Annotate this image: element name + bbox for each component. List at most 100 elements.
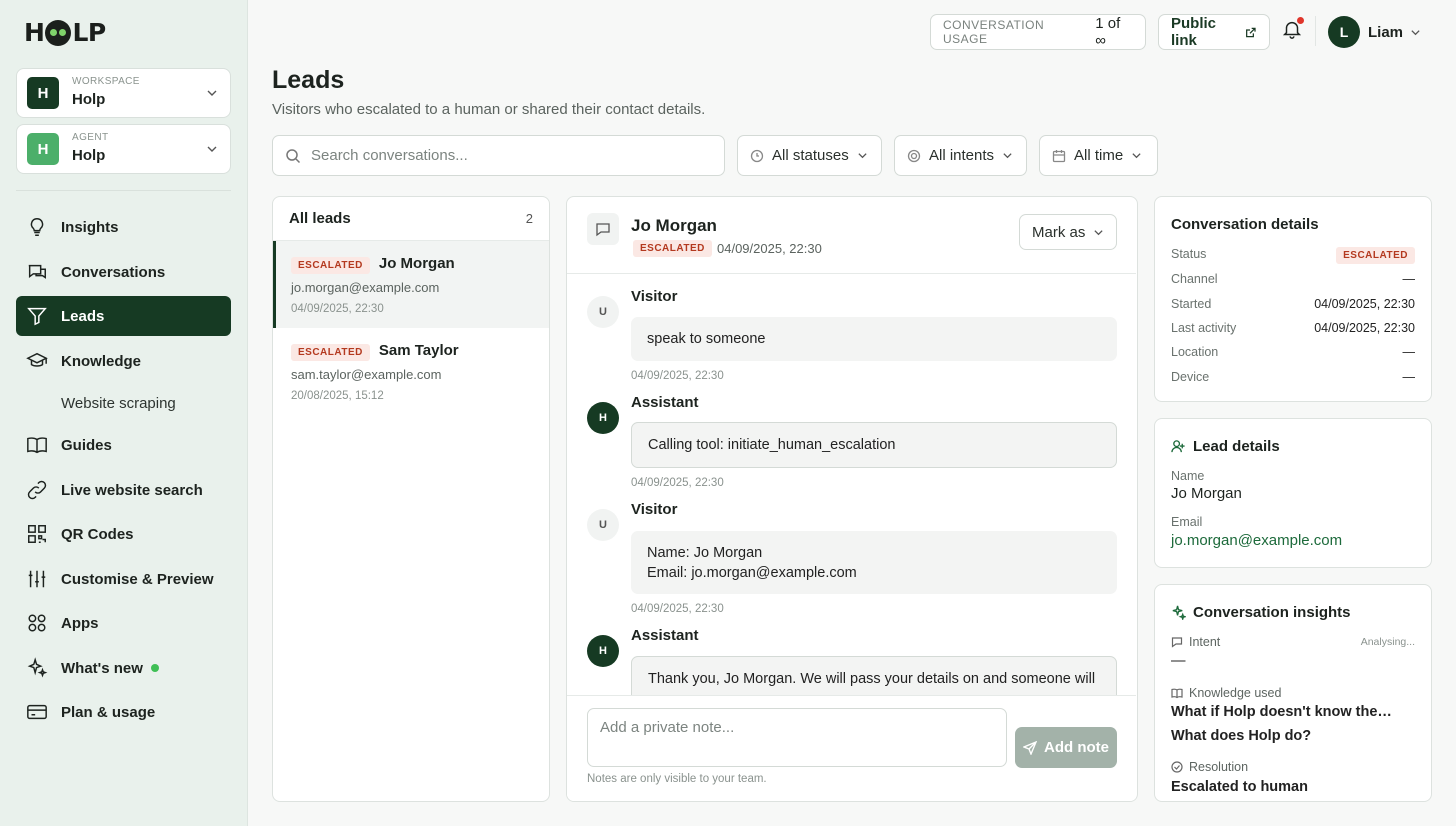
assistant-avatar: H	[587, 402, 619, 434]
nav-leads[interactable]: Leads	[16, 296, 231, 336]
message-time: 04/09/2025, 22:30	[631, 370, 724, 382]
nav-insights[interactable]: Insights	[16, 207, 231, 247]
note-hint: Notes are only visible to your team.	[587, 773, 767, 785]
conversation-usage-indicator: CONVERSATION USAGE 1 of ∞	[930, 14, 1146, 50]
mark-as-dropdown[interactable]: Mark as	[1019, 214, 1117, 250]
agent-name: Holp	[72, 147, 106, 164]
chevron-down-icon[interactable]	[1410, 27, 1421, 38]
lead-item[interactable]: ESCALATED Sam Taylor sam.taylor@example.c…	[273, 328, 549, 415]
lead-email: jo.morgan@example.com	[291, 280, 440, 295]
target-icon	[907, 149, 921, 162]
public-link-button[interactable]: Public link	[1158, 14, 1270, 50]
message-time: 04/09/2025, 22:30	[631, 603, 724, 615]
detail-row-device: Device —	[1171, 370, 1415, 384]
lead-email-link[interactable]: jo.morgan@example.com	[1171, 532, 1342, 549]
chevron-down-icon	[1094, 229, 1103, 235]
add-note-label: Add note	[1044, 739, 1109, 756]
agent-selector[interactable]: H AGENT Holp	[16, 124, 231, 174]
external-link-icon	[1246, 27, 1256, 37]
message-bubble: speak to someone	[631, 317, 1117, 361]
message-list[interactable]: U Visitor speak to someone 04/09/2025, 2…	[567, 275, 1136, 695]
conversation-header: Jo Morgan ESCALATED 04/09/2025, 22:30 Ma…	[567, 197, 1136, 274]
nav-customise-preview[interactable]: Customise & Preview	[16, 559, 231, 599]
card-title-text: Conversation insights	[1193, 604, 1351, 621]
lead-name-label: Name	[1171, 469, 1205, 483]
send-icon	[1023, 740, 1037, 755]
assistant-avatar: H	[587, 635, 619, 667]
search-box[interactable]	[272, 135, 725, 176]
nav-label: Knowledge	[61, 352, 142, 370]
leads-count: 2	[525, 211, 533, 226]
message-line: Name: Jo Morgan	[647, 545, 763, 561]
visitor-avatar: U	[587, 509, 619, 541]
knowledge-item[interactable]: What if Holp doesn't know the…	[1171, 704, 1392, 720]
lead-item[interactable]: ESCALATED Jo Morgan jo.morgan@example.com…	[273, 241, 549, 328]
nav-live-website-search[interactable]: Live website search	[16, 470, 231, 510]
leads-list-title: All leads	[289, 210, 351, 227]
agent-caption: AGENT	[72, 132, 109, 143]
topbar-divider	[1315, 16, 1316, 46]
user-avatar[interactable]: L	[1328, 16, 1360, 48]
card-title: Lead details	[1171, 438, 1280, 455]
workspace-selector[interactable]: H WORKSPACE Holp	[16, 68, 231, 118]
lead-details-card: Lead details Name Jo Morgan Email jo.mor…	[1154, 418, 1432, 568]
detail-row-last-activity: Last activity 04/09/2025, 22:30	[1171, 321, 1415, 335]
usage-value: 1 of ∞	[1095, 15, 1121, 49]
qr-code-icon	[28, 525, 46, 543]
insight-intent: Intent Analysing...	[1171, 635, 1415, 649]
sidebar: H LP H WORKSPACE Holp H AGENT Holp Insigh…	[0, 0, 248, 826]
detail-key: Last activity	[1171, 321, 1237, 335]
workspace-name: Holp	[72, 91, 106, 108]
status-badge: ESCALATED	[1336, 247, 1415, 264]
lead-email: sam.taylor@example.com	[291, 367, 442, 382]
nav-label: What's new	[61, 659, 143, 677]
lightbulb-icon	[30, 218, 44, 236]
new-indicator-dot	[150, 664, 159, 672]
detail-key: Location	[1171, 345, 1219, 359]
conversation-insights-card: Conversation insights Intent Analysing..…	[1154, 584, 1432, 802]
book-icon	[27, 437, 47, 454]
sliders-icon	[28, 570, 46, 588]
graduation-cap-icon	[26, 352, 48, 367]
add-note-button[interactable]: Add note	[1015, 727, 1117, 768]
nav-conversations[interactable]: Conversations	[16, 252, 231, 292]
lead-date: 20/08/2025, 15:12	[291, 390, 384, 402]
sparkles-icon	[1172, 605, 1186, 620]
nav-label: Website scraping	[61, 394, 176, 412]
leads-list-header: All leads 2	[273, 197, 549, 241]
calendar-icon	[1052, 149, 1066, 162]
search-input[interactable]	[311, 147, 691, 164]
conversation-contact-name: Jo Morgan	[631, 216, 717, 235]
workspace-avatar: H	[27, 77, 59, 109]
user-name[interactable]: Liam	[1368, 24, 1403, 41]
chevron-down-icon	[207, 90, 217, 96]
nav-website-scraping[interactable]: Website scraping	[16, 383, 231, 423]
detail-row-status: Status ESCALATED	[1171, 247, 1415, 264]
nav-apps[interactable]: Apps	[16, 603, 231, 643]
insight-status: Analysing...	[1360, 636, 1415, 648]
message-icon	[587, 213, 619, 245]
message-icon	[1171, 637, 1183, 648]
workspace-caption: WORKSPACE	[72, 76, 140, 87]
user-plus-icon	[1171, 440, 1185, 453]
status-filter[interactable]: All statuses	[737, 135, 882, 176]
leads-list-panel: All leads 2 ESCALATED Jo Morgan jo.morgan…	[272, 196, 550, 802]
knowledge-item[interactable]: What does Holp do?	[1171, 728, 1311, 744]
chevron-down-icon	[858, 153, 867, 159]
holp-logo[interactable]: H LP	[24, 18, 106, 47]
message-author: Assistant	[631, 627, 699, 644]
time-filter[interactable]: All time	[1039, 135, 1158, 176]
nav-guides[interactable]: Guides	[16, 425, 231, 465]
page-title: Leads	[272, 66, 345, 94]
sidebar-divider	[16, 190, 231, 191]
intent-filter[interactable]: All intents	[894, 135, 1027, 176]
nav-qr-codes[interactable]: QR Codes	[16, 514, 231, 554]
nav-whats-new[interactable]: What's new	[16, 648, 231, 688]
private-note-input[interactable]	[587, 708, 1007, 767]
intent-value: —	[1171, 653, 1186, 669]
message-bubble: Name: Jo Morgan Email: jo.morgan@example…	[631, 531, 1117, 594]
chevron-down-icon	[1132, 153, 1141, 159]
insight-label: Knowledge used	[1189, 686, 1282, 700]
nav-knowledge[interactable]: Knowledge	[16, 341, 231, 381]
nav-plan-usage[interactable]: Plan & usage	[16, 692, 231, 732]
